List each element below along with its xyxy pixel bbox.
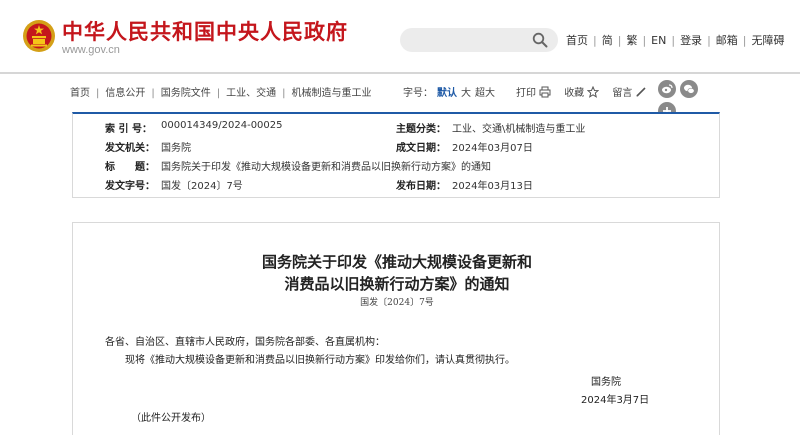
docno-value: 国发〔2024〕7号	[161, 181, 243, 192]
nav-login[interactable]: 登录	[680, 34, 702, 47]
breadcrumb-item[interactable]: 机械制造与重工业	[292, 88, 372, 99]
font-size-selector: 字号： 默认大超大	[403, 84, 499, 99]
nav-separator: |	[742, 34, 747, 47]
star-icon	[587, 85, 600, 98]
print-label: 打印	[516, 88, 536, 99]
article-title-line-2: 消费品以旧换新行动方案》的通知	[284, 275, 510, 293]
pencil-icon	[636, 86, 646, 97]
font-size-label: 字号：	[403, 88, 433, 99]
nav-simplified[interactable]: 简	[602, 34, 613, 47]
breadcrumb-separator: |	[151, 88, 155, 99]
document-info-table: 索 引 号： 000014349/2024-00025 主题分类： 工业、交通\…	[72, 112, 720, 198]
site-header: 中华人民共和国中央人民政府 www.gov.cn 首页 | 简 | 繁 | EN | 登录 | 邮箱…	[0, 0, 800, 72]
breadcrumb: 首页 | 信息公开 | 国务院文件 | 工业、交通 | 机械制造与重工业	[70, 84, 372, 99]
issuer-value: 国务院	[161, 143, 191, 154]
breadcrumb-separator: |	[96, 88, 100, 99]
info-row: 发文机关： 国务院 成文日期： 2024年03月07日	[73, 139, 721, 157]
pubdate-value: 2024年03月13日	[452, 181, 533, 192]
favorite-label: 收藏	[564, 88, 585, 99]
article-salutation: 各省、自治区、直辖市人民政府，国务院各部委、各直属机构：	[105, 337, 385, 348]
toolbar: 首页 | 信息公开 | 国务院文件 | 工业、交通 | 机械制造与重工业 字号： 默认大超大 打印…	[70, 74, 722, 120]
nav-separator: |	[671, 34, 676, 47]
topic-value: 工业、交通\机械制造与重工业	[452, 124, 586, 135]
article-paragraph: 现将《推动大规模设备更新和消费品以旧换新行动方案》印发给你们，请认真贯彻执行。	[125, 355, 515, 366]
info-row: 标 题： 国务院关于印发《推动大规模设备更新和消费品以旧换新行动方案》的通知	[73, 158, 721, 176]
title-value: 国务院关于印发《推动大规模设备更新和消费品以旧换新行动方案》的通知	[161, 162, 491, 173]
site-url: www.gov.cn	[62, 44, 120, 56]
comment-label: 留言	[612, 88, 633, 99]
nav-separator: |	[617, 34, 622, 47]
nav-english[interactable]: EN	[651, 34, 666, 47]
nav-separator: |	[642, 34, 647, 47]
issuer-label: 发文机关：	[105, 143, 155, 154]
index-value: 000014349/2024-00025	[161, 120, 283, 131]
wechat-icon[interactable]	[680, 80, 698, 98]
comment-button[interactable]: 留言	[612, 84, 647, 99]
info-row: 发文字号： 国发〔2024〕7号 发布日期： 2024年03月13日	[73, 177, 721, 195]
pubdate-label: 发布日期：	[396, 181, 446, 192]
article-body: 国务院关于印发《推动大规模设备更新和 消费品以旧换新行动方案》的通知 国发〔20…	[72, 222, 720, 435]
national-emblem-icon[interactable]	[22, 19, 56, 53]
nav-traditional[interactable]: 繁	[626, 34, 637, 47]
article-title-line-1: 国务院关于印发《推动大规模设备更新和	[261, 253, 532, 271]
title-label: 标 题：	[105, 162, 155, 173]
date-value: 2024年03月07日	[452, 143, 533, 154]
breadcrumb-item[interactable]: 信息公开	[105, 88, 145, 99]
article-public-note: （此件公开发布）	[131, 413, 211, 424]
article-tools: 打印 收藏 留言	[516, 84, 657, 99]
breadcrumb-item[interactable]: 首页	[70, 88, 90, 99]
breadcrumb-item[interactable]: 国务院文件	[161, 88, 211, 99]
print-button[interactable]: 打印	[516, 84, 551, 99]
weibo-icon[interactable]	[658, 80, 676, 98]
search-icon[interactable]	[532, 32, 548, 48]
breadcrumb-separator: |	[282, 88, 286, 99]
article-doc-number: 国发〔2024〕7号	[360, 298, 434, 308]
nav-mail[interactable]: 邮箱	[716, 34, 738, 47]
font-size-large[interactable]: 大	[461, 88, 471, 99]
nav-home[interactable]: 首页	[566, 34, 588, 47]
info-row: 索 引 号： 000014349/2024-00025 主题分类： 工业、交通\…	[73, 120, 721, 138]
nav-separator: |	[593, 34, 597, 47]
topic-label: 主题分类：	[396, 124, 446, 135]
date-label: 成文日期：	[396, 143, 446, 154]
article-signature: 国务院	[591, 377, 621, 388]
nav-accessibility[interactable]: 无障碍	[752, 34, 785, 47]
article-sign-date: 2024年3月7日	[581, 395, 650, 406]
index-label: 索 引 号：	[105, 124, 152, 135]
nav-separator: |	[707, 34, 711, 47]
favorite-button[interactable]: 收藏	[564, 84, 600, 99]
breadcrumb-separator: |	[216, 88, 221, 99]
font-size-xlarge[interactable]: 超大	[475, 88, 495, 99]
docno-label: 发文字号：	[105, 181, 155, 192]
site-title[interactable]: 中华人民共和国中央人民政府	[62, 16, 348, 46]
font-size-default[interactable]: 默认	[437, 88, 457, 99]
breadcrumb-item[interactable]: 工业、交通	[226, 88, 276, 99]
printer-icon	[539, 86, 551, 97]
top-nav: 首页 | 简 | 繁 | EN | 登录 | 邮箱 | 无障碍	[566, 32, 785, 48]
